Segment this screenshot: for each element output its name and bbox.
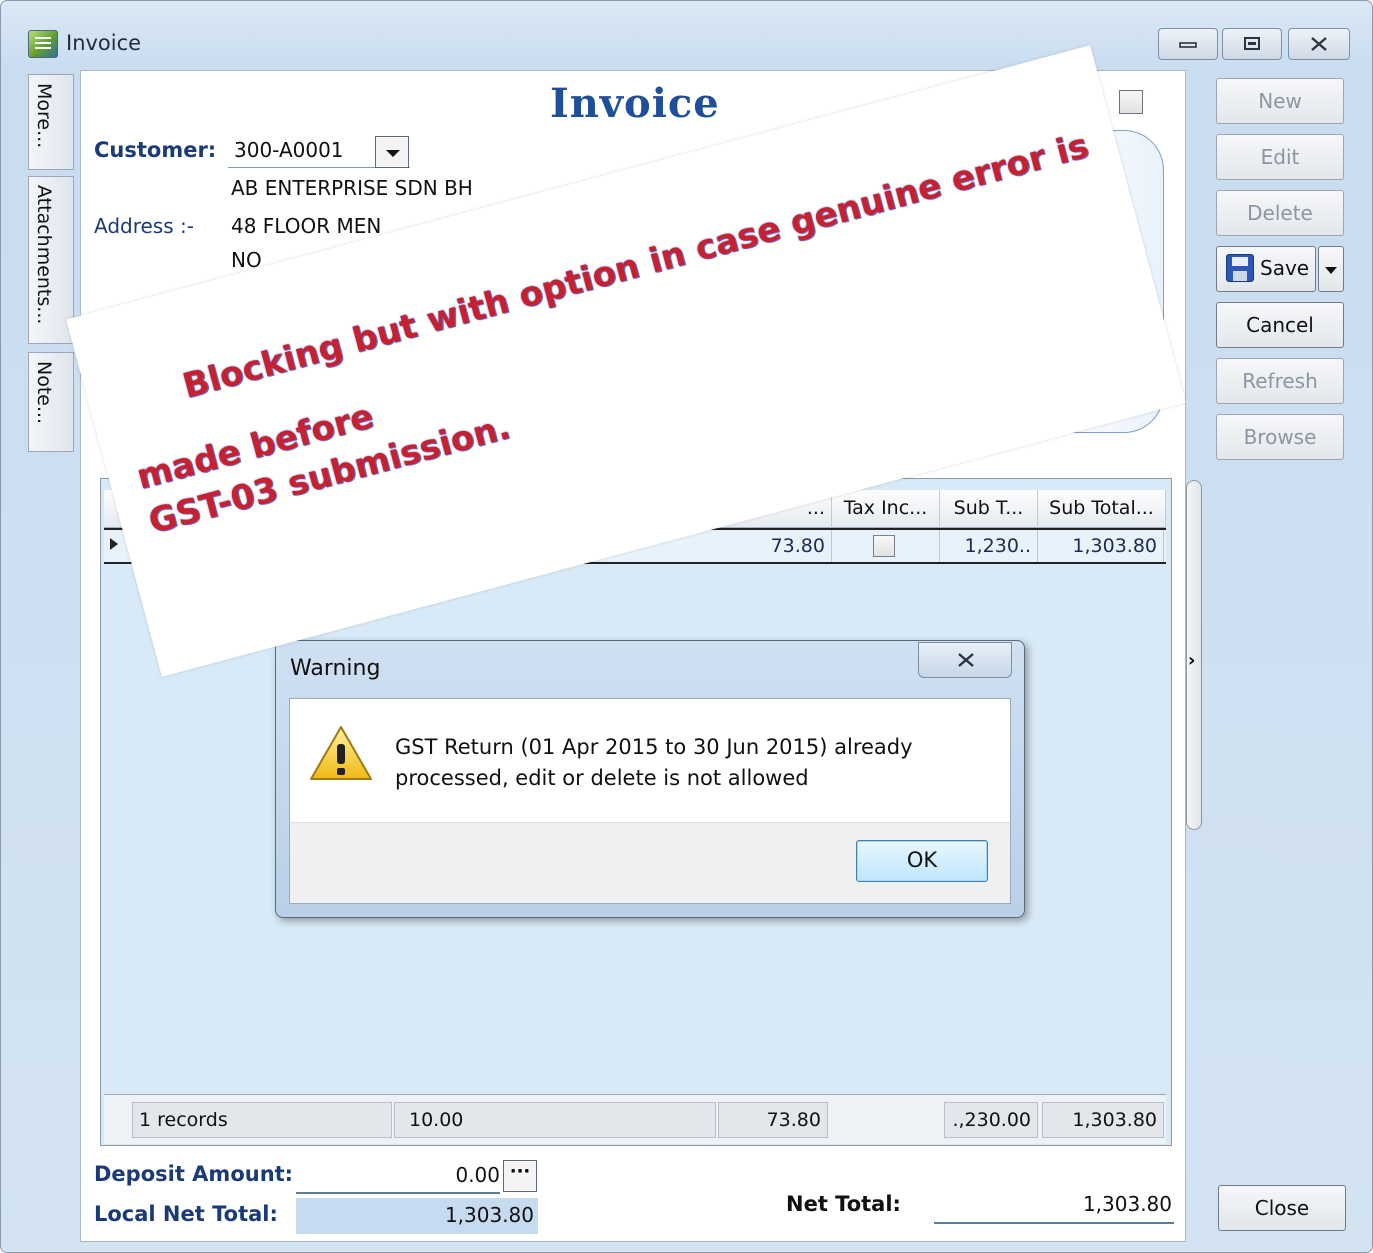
delete-button[interactable]: Delete	[1216, 190, 1344, 236]
side-tab-attachments-label: Attachments...	[33, 185, 55, 325]
side-tab-more[interactable]: More...	[28, 74, 74, 170]
customer-name: AB ENTERPRISE SDN BH	[231, 176, 473, 200]
side-tab-more-label: More...	[33, 83, 55, 149]
footer-tax: 73.80	[718, 1102, 828, 1138]
cell-sub-total-tax[interactable]: 1,303.80	[1038, 530, 1164, 562]
refresh-button[interactable]: Refresh	[1216, 358, 1344, 404]
local-net-total-label: Local Net Total:	[94, 1202, 278, 1226]
column-header-sub-total-tax[interactable]: Sub Total...	[1038, 490, 1166, 528]
new-button[interactable]: New	[1216, 78, 1344, 124]
column-header-tax-inclusive[interactable]: Tax Inc...	[832, 490, 940, 528]
close-icon	[958, 653, 974, 667]
dialog-title: Warning	[290, 656, 381, 681]
footer-sub-total-tax: 1,303.80	[1042, 1102, 1164, 1138]
footer-sub-total: .,230.00	[944, 1102, 1038, 1138]
page-title: Invoice	[550, 80, 720, 127]
maximize-button[interactable]	[1222, 28, 1282, 60]
save-button-label: Save	[1260, 256, 1310, 280]
local-net-total-value: 1,303.80	[296, 1198, 538, 1234]
footer-qty: 10.00	[394, 1102, 716, 1138]
close-window-button[interactable]	[1288, 28, 1350, 60]
dialog-message: GST Return (01 Apr 2015 to 30 Jun 2015) …	[395, 735, 913, 790]
deposit-amount-value[interactable]: 0.00	[296, 1160, 500, 1194]
save-options-dropdown[interactable]	[1318, 246, 1344, 292]
footer-records: 1 records	[132, 1102, 392, 1138]
cell-sub-total[interactable]: 1,230..	[940, 530, 1038, 562]
floppy-save-icon	[1226, 254, 1254, 282]
address-line-1: 48 FLOOR MEN	[231, 214, 382, 238]
app-icon	[28, 30, 58, 58]
warning-icon	[310, 726, 372, 780]
close-button[interactable]: Close	[1218, 1185, 1346, 1231]
dialog-close-button[interactable]	[918, 642, 1012, 678]
edit-button[interactable]: Edit	[1216, 134, 1344, 180]
cell-tax[interactable]: 73.80	[712, 530, 832, 562]
row-pointer-icon	[110, 538, 118, 550]
net-total-value: 1,303.80	[934, 1192, 1174, 1224]
side-tab-note-label: Note...	[33, 361, 55, 425]
side-tab-note[interactable]: Note...	[28, 352, 74, 452]
close-icon	[1311, 37, 1327, 51]
cancel-button[interactable]: Cancel	[1216, 302, 1344, 348]
minimize-button[interactable]	[1158, 28, 1218, 60]
customer-label: Customer:	[94, 138, 217, 162]
browse-button[interactable]: Browse	[1216, 414, 1344, 460]
tax-inclusive-checkbox[interactable]	[873, 535, 895, 557]
net-total-label: Net Total:	[786, 1192, 901, 1216]
deposit-amount-label: Deposit Amount:	[94, 1162, 294, 1186]
customer-code: 300-A0001	[234, 138, 344, 162]
address-label: Address :-	[94, 214, 194, 238]
expand-panel-icon[interactable]: ›	[1188, 650, 1195, 671]
dropdown-arrow-icon[interactable]	[375, 136, 409, 168]
deposit-more-button[interactable]: ···	[503, 1160, 537, 1192]
window-title: Invoice	[66, 31, 142, 55]
maximize-icon	[1244, 37, 1260, 50]
column-header-sub-total[interactable]: Sub T...	[940, 490, 1038, 528]
header-checkbox[interactable]	[1119, 90, 1143, 114]
ok-button[interactable]: OK	[856, 840, 988, 882]
minimize-icon	[1179, 42, 1197, 48]
